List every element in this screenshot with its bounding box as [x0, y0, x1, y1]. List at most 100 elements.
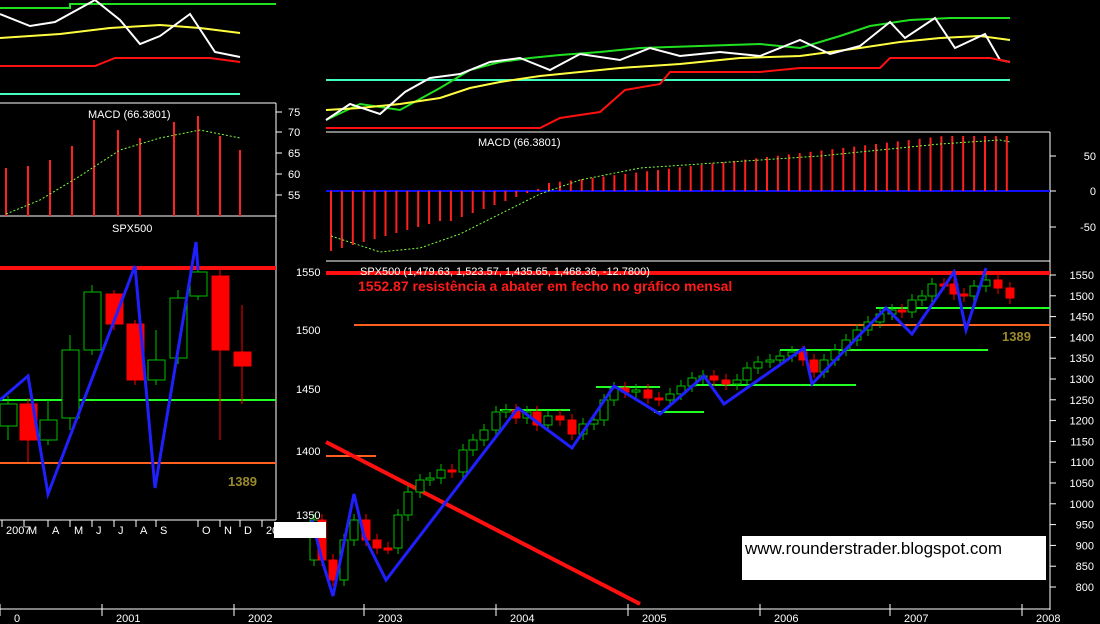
y-tick-label: 1300	[1070, 374, 1094, 386]
candle-body	[567, 419, 577, 435]
x-tick-label: D	[244, 525, 252, 537]
candle-body	[1005, 287, 1015, 299]
x-tick-label: N	[224, 525, 232, 537]
candle-body	[83, 291, 102, 351]
y-tick-label: 0	[1090, 186, 1096, 198]
y-tick-label: 1550	[296, 267, 320, 279]
candle-body	[383, 547, 393, 551]
candle-body	[189, 271, 208, 297]
candle-body	[709, 375, 719, 381]
y-tick-label: 1400	[296, 446, 320, 458]
x-tick-label: 2006	[774, 613, 798, 624]
right-macd-title: MACD (66.3801)	[478, 137, 561, 149]
y-tick-label: 1350	[1070, 353, 1094, 365]
y-tick-label: 1350	[296, 510, 320, 522]
x-tick-label: J	[118, 525, 124, 537]
x-tick-label: 2007	[6, 525, 30, 537]
y-tick-label: 1450	[296, 384, 320, 396]
candle-body	[775, 355, 785, 361]
y-tick-label: 55	[288, 190, 300, 202]
osc-red-line	[326, 57, 1011, 129]
y-tick-label: 1450	[1070, 312, 1094, 324]
candle-body	[479, 429, 489, 441]
y-tick-label: 50	[1084, 151, 1096, 163]
axis-labels: 0 2001 2002 2003 2004 2005 2006 2007 2008	[0, 604, 1060, 624]
osc-red-line	[0, 57, 241, 67]
x-tick-label: M	[28, 525, 37, 537]
x-tick-label: S	[160, 525, 167, 537]
candle-body	[61, 349, 80, 419]
candle-body	[959, 293, 969, 297]
candle-body	[927, 283, 937, 297]
osc-green-line	[325, 17, 1010, 121]
candle-body	[765, 359, 775, 363]
resistance-annotation: 1552.87 resistência a abater em fecho no…	[358, 278, 733, 294]
y-tick-label: 1150	[1070, 436, 1094, 448]
x-tick-label: A	[140, 525, 148, 537]
macd-signal-line	[5, 129, 241, 215]
candle-body	[436, 469, 446, 479]
candle-body	[458, 449, 468, 473]
y-tick-label: 850	[1076, 561, 1094, 573]
y-tick-label: 800	[1076, 582, 1094, 594]
y-tick-label: -50	[1080, 222, 1096, 234]
y-tick-label: 1050	[1070, 478, 1094, 490]
y-tick-label: 65	[288, 148, 300, 160]
osc-white-line	[325, 16, 1011, 121]
candle-body	[425, 477, 435, 481]
y-tick-label: 1550	[1070, 270, 1094, 282]
x-tick-label: 2008	[1036, 613, 1060, 624]
right-macd-panel: MACD (66.3801) 50 0 -50	[326, 136, 1096, 253]
candle-body	[917, 295, 927, 301]
x-tick-label: O	[202, 525, 211, 537]
candle-body	[993, 279, 1003, 289]
candle-body	[393, 514, 403, 549]
candle-body	[415, 479, 425, 493]
y-tick-label: 900	[1076, 540, 1094, 552]
left-macd-panel: MACD (66.3801) 75 70 65 60 55	[5, 107, 300, 216]
y-tick-label: 60	[288, 169, 300, 181]
panel-frames	[0, 102, 1051, 610]
candle-body	[654, 397, 664, 401]
y-tick-label: 1200	[1070, 416, 1094, 428]
x-tick-label: 2005	[642, 613, 666, 624]
candle-body	[742, 367, 752, 381]
candle-body	[349, 519, 359, 541]
y-tick-label: 1250	[1070, 395, 1094, 407]
y-tick-label: 1500	[296, 325, 320, 337]
watermark-url[interactable]: www.rounderstrader.blogspot.com	[742, 536, 1046, 580]
x-tick-label: 2001	[116, 613, 140, 624]
left-oscillator-panel	[0, 0, 276, 95]
x-tick-label: 2003	[378, 613, 402, 624]
candle-body	[491, 411, 501, 431]
candle-body	[447, 469, 457, 473]
y-tick-label: 75	[288, 107, 300, 119]
candle-body	[468, 439, 478, 451]
candle-body	[631, 389, 641, 393]
right-oscillator-panel	[325, 16, 1011, 129]
candle-body	[907, 299, 917, 313]
x-tick-label: 0	[14, 613, 20, 624]
candle-body	[543, 415, 553, 426]
candle-body	[147, 359, 166, 381]
x-tick-label: 2007	[904, 613, 928, 624]
candle-body	[372, 539, 382, 549]
y-tick-label: 950	[1076, 520, 1094, 532]
candle-body	[39, 419, 58, 441]
candle-body	[897, 309, 907, 313]
candle-body	[809, 359, 819, 373]
osc-green-line	[0, 3, 276, 9]
blank-box	[274, 522, 326, 538]
candle-body	[732, 379, 742, 385]
left-price-title: SPX500	[112, 223, 152, 235]
y-tick-label: 1400	[1070, 332, 1094, 344]
y-tick-label: 1100	[1070, 457, 1094, 469]
candle-body	[403, 491, 413, 516]
candle-body	[211, 275, 230, 351]
x-tick-label: A	[52, 525, 60, 537]
candle-body	[753, 361, 763, 369]
candle-body	[665, 393, 675, 401]
chart-canvas: MACD (66.3801) 75 70 65 60 55 MACD (66.3801)…	[0, 0, 1096, 624]
trend-zigzag	[0, 241, 200, 500]
candle-body	[0, 403, 18, 427]
